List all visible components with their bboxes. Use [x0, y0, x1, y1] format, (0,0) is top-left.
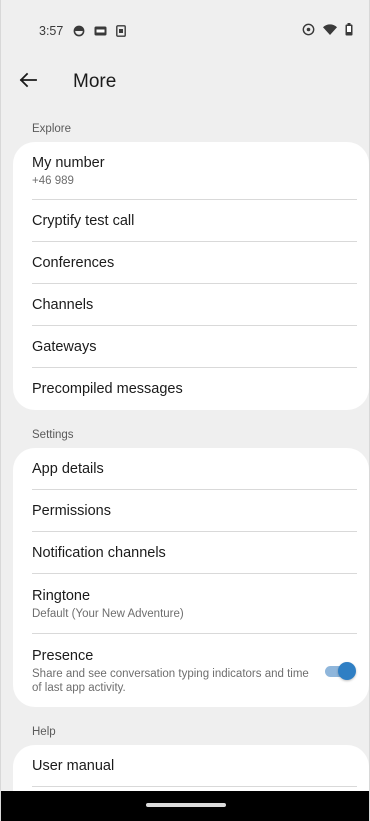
divider [32, 786, 357, 787]
status-right [302, 23, 353, 39]
list-item-conferences[interactable]: Conferences [13, 242, 369, 284]
list-item-subtitle: Default (Your New Adventure) [32, 608, 184, 620]
list-item-ringtone[interactable]: Ringtone Default (Your New Adventure) [13, 574, 369, 634]
section-header-help: Help [32, 726, 56, 738]
list-item-title: Presence [32, 647, 94, 664]
list-item-title: Cryptify test call [32, 213, 135, 229]
list-item-title: My number [32, 155, 105, 171]
list-item-title: Channels [32, 297, 94, 313]
screen: 3:57 More Explore My number +46 989 Cryp… [0, 0, 370, 821]
home-gesture-handle[interactable] [146, 803, 226, 807]
list-item-title: Ringtone [32, 588, 91, 604]
vpn-key-icon [302, 23, 315, 39]
list-item-user-manual[interactable]: User manual [13, 745, 369, 787]
presence-toggle[interactable] [325, 661, 356, 681]
list-item-my-number[interactable]: My number +46 989 [13, 142, 369, 200]
list-item-title: Permissions [32, 503, 111, 519]
list-item-title: Conferences [32, 255, 115, 271]
list-item-title: Gateways [32, 339, 97, 355]
list-item-cryptify-test-call[interactable]: Cryptify test call [13, 200, 369, 242]
list-item-presence[interactable]: Presence Share and see conversation typi… [13, 634, 369, 707]
explore-card: My number +46 989 Cryptify test call Con… [13, 142, 369, 410]
status-time: 3:57 [39, 24, 64, 38]
back-button[interactable] [19, 62, 63, 102]
battery-icon [345, 23, 353, 39]
news-badge-icon [94, 26, 107, 36]
sim-card-icon [116, 25, 127, 37]
list-item-title: Notification channels [32, 545, 166, 561]
wifi-icon [323, 24, 337, 38]
list-item-gateways[interactable]: Gateways [13, 326, 369, 368]
list-item-precompiled-messages[interactable]: Precompiled messages [13, 368, 369, 410]
page-title: More [73, 71, 117, 92]
settings-card: App details Permissions Notification cha… [13, 448, 369, 707]
help-card: User manual [13, 745, 369, 791]
navigation-bar [1, 791, 369, 821]
list-item-permissions[interactable]: Permissions [13, 490, 369, 532]
section-header-explore: Explore [32, 123, 71, 135]
arrow-left-icon [19, 72, 37, 93]
app-bar: More [1, 62, 369, 102]
list-item-app-details[interactable]: App details [13, 448, 369, 490]
list-item-subtitle: Share and see conversation typing indica… [32, 667, 309, 694]
list-item-notification-channels[interactable]: Notification channels [13, 532, 369, 574]
list-item-subtitle: +46 989 [32, 175, 74, 187]
list-item-channels[interactable]: Channels [13, 284, 369, 326]
status-bar: 3:57 [39, 22, 353, 40]
list-item-title: App details [32, 461, 104, 477]
toggle-thumb [338, 661, 356, 680]
list-item-title: User manual [32, 758, 115, 774]
section-header-settings: Settings [32, 429, 74, 441]
app-ring-icon [73, 25, 85, 37]
list-item-title: Precompiled messages [32, 381, 183, 397]
